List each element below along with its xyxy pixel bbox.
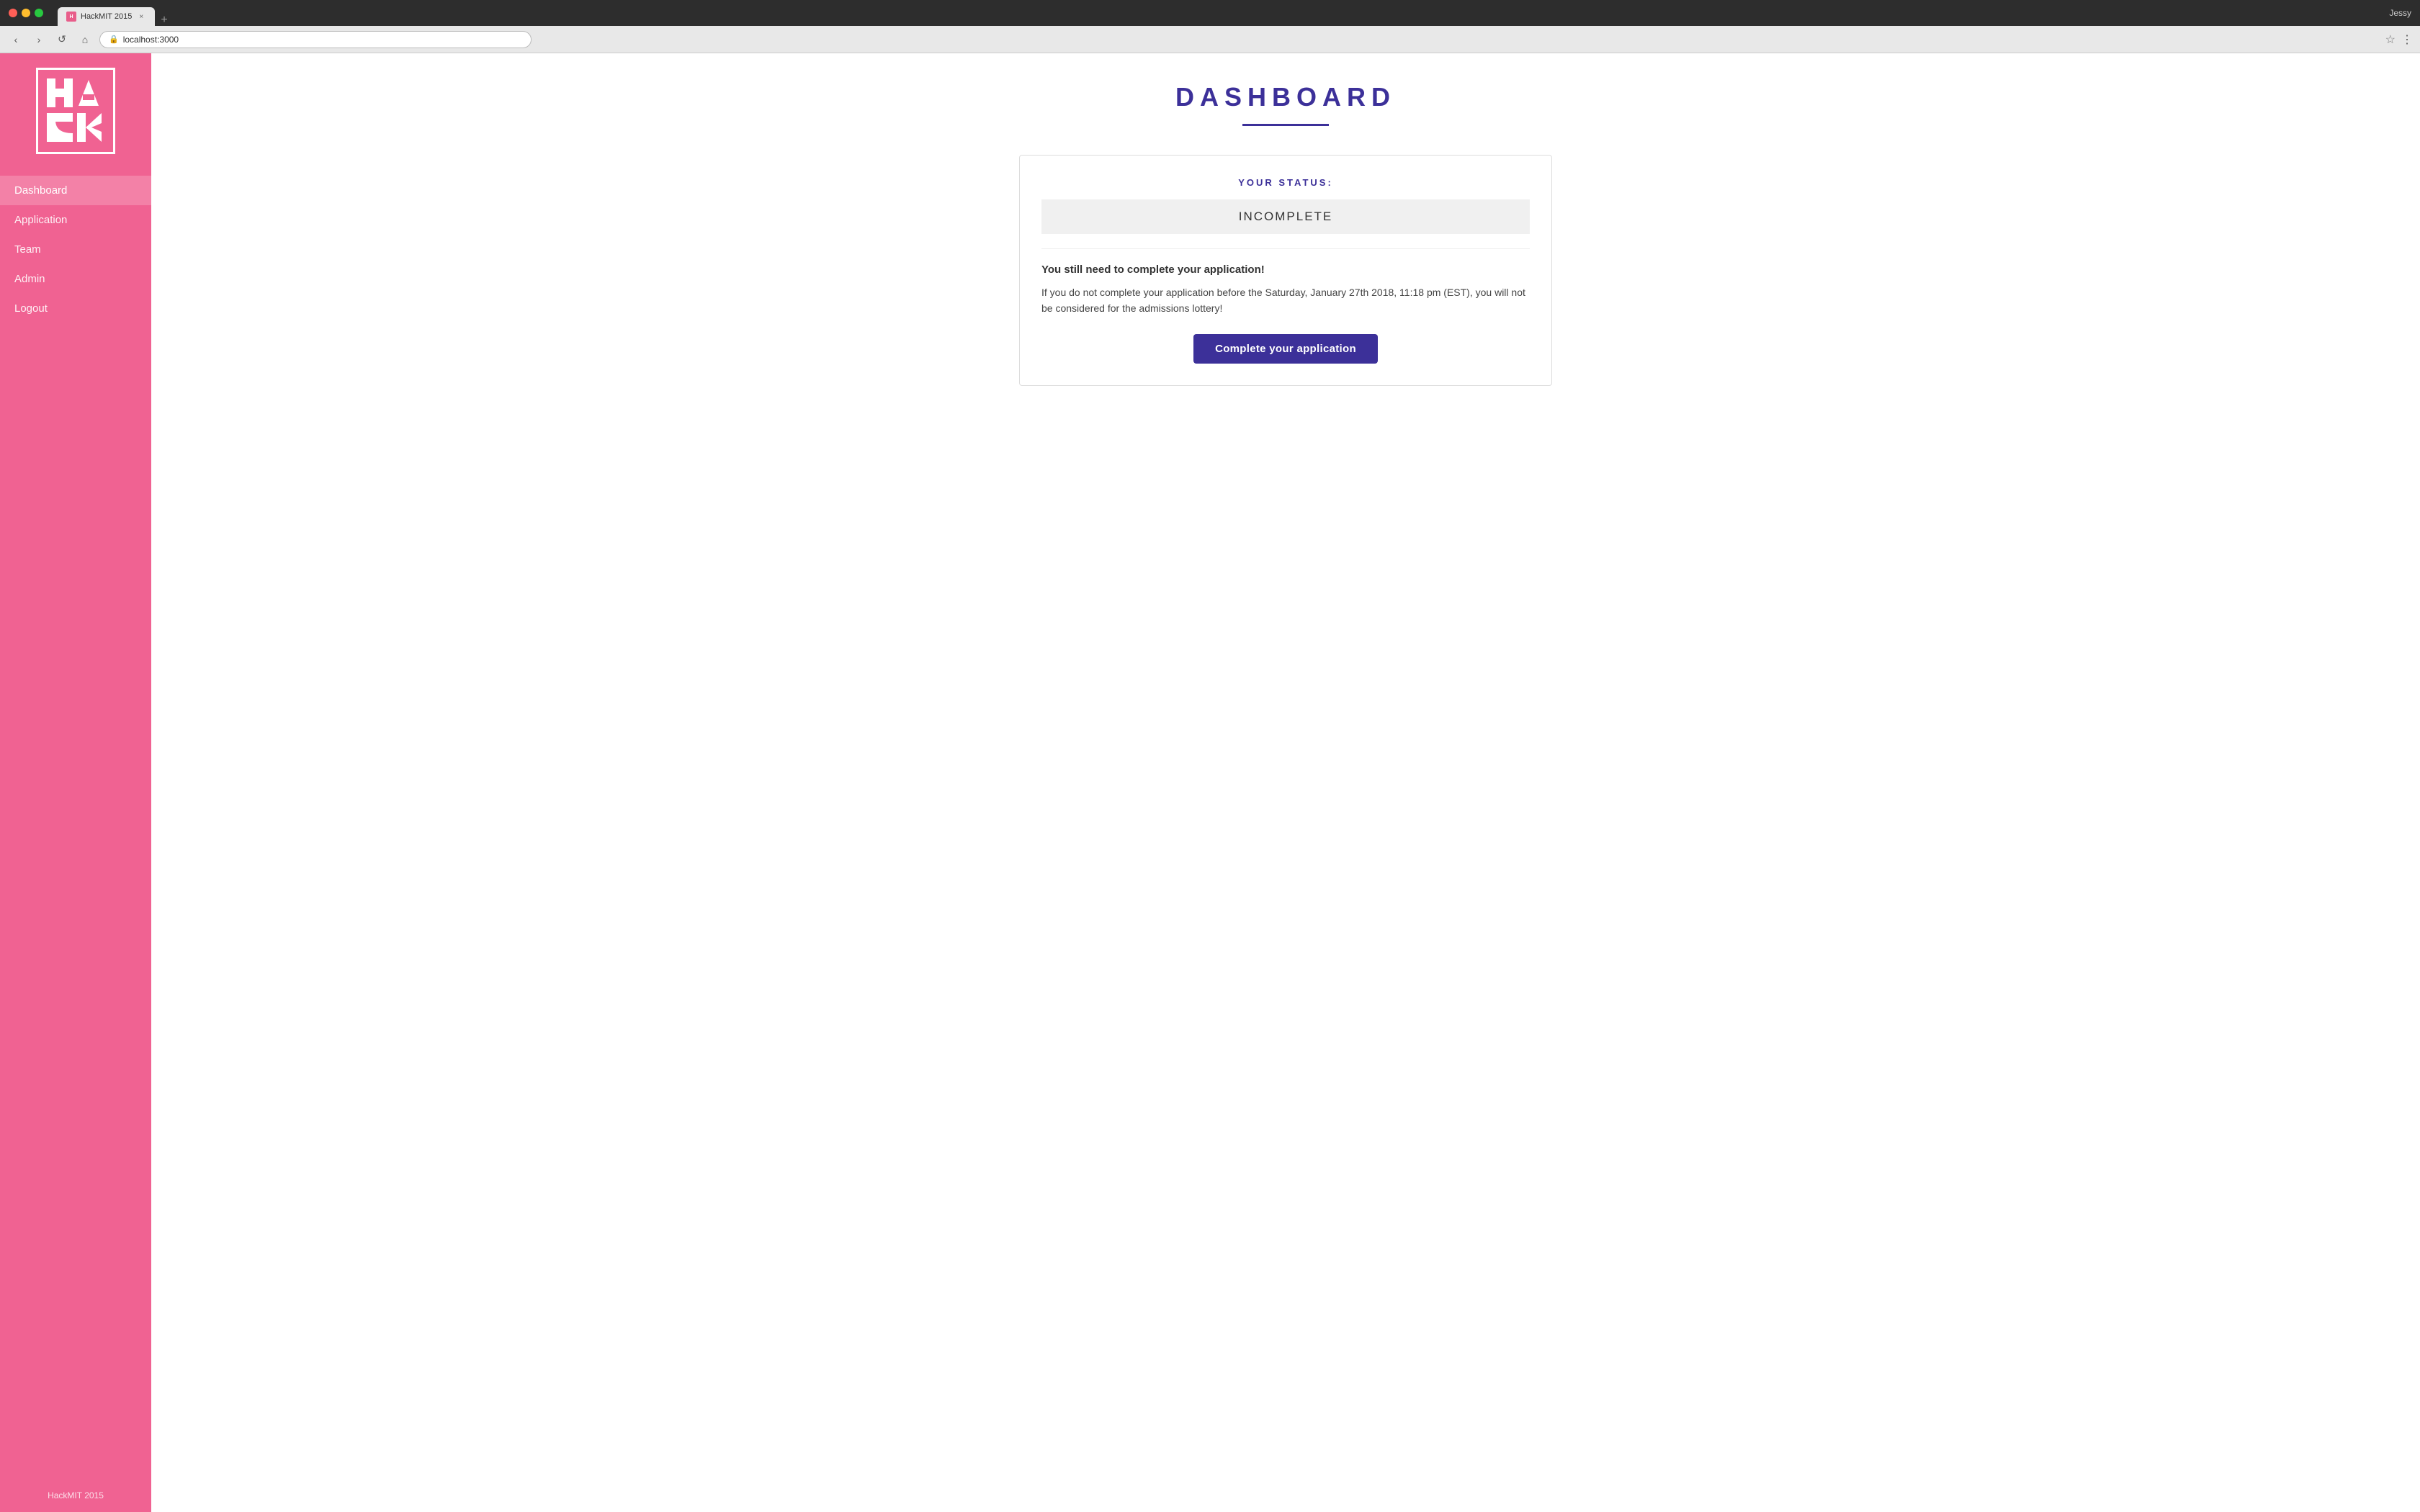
refresh-button[interactable]: ↺ (53, 31, 71, 48)
status-message-title: You still need to complete your applicat… (1041, 264, 1530, 276)
status-value: INCOMPLETE (1041, 199, 1530, 234)
sidebar-item-dashboard[interactable]: Dashboard (0, 176, 151, 205)
main-content: DASHBOARD YOUR STATUS: INCOMPLETE You st… (151, 53, 2420, 1512)
tab-title: HackMIT 2015 (81, 12, 132, 21)
status-card: YOUR STATUS: INCOMPLETE You still need t… (1019, 155, 1552, 386)
new-tab-button[interactable]: + (155, 14, 173, 26)
address-bar: ‹ › ↺ ⌂ 🔒 localhost:3000 ☆ ⋮ (0, 26, 2420, 53)
sidebar: Dashboard Application Team Admin Logout … (0, 53, 151, 1512)
tab-bar: H HackMIT 2015 × + (58, 0, 174, 26)
sidebar-item-logout[interactable]: Logout (0, 294, 151, 323)
hack-logo-svg (47, 78, 104, 143)
home-button[interactable]: ⌂ (76, 31, 94, 48)
your-status-label: YOUR STATUS: (1041, 177, 1530, 188)
traffic-lights (9, 9, 43, 17)
active-tab[interactable]: H HackMIT 2015 × (58, 7, 155, 26)
browser-chrome: H HackMIT 2015 × + Jessy (0, 0, 2420, 26)
url-text: localhost:3000 (123, 35, 179, 45)
complete-application-button[interactable]: Complete your application (1193, 334, 1378, 364)
bookmark-button[interactable]: ☆ (2385, 32, 2396, 47)
menu-button[interactable]: ⋮ (2401, 32, 2413, 47)
sidebar-logo (0, 53, 151, 168)
minimize-button[interactable] (22, 9, 30, 17)
logo-box (36, 68, 115, 154)
back-button[interactable]: ‹ (7, 31, 24, 48)
sidebar-nav: Dashboard Application Team Admin Logout (0, 168, 151, 1479)
status-divider (1041, 248, 1530, 249)
sidebar-item-admin[interactable]: Admin (0, 264, 151, 294)
sidebar-item-team[interactable]: Team (0, 235, 151, 264)
maximize-button[interactable] (35, 9, 43, 17)
close-button[interactable] (9, 9, 17, 17)
secure-icon: 🔒 (109, 35, 119, 44)
address-input[interactable]: 🔒 localhost:3000 (99, 31, 532, 48)
status-message-body: If you do not complete your application … (1041, 284, 1530, 317)
tab-close-button[interactable]: × (136, 12, 146, 22)
sidebar-footer: HackMIT 2015 (0, 1479, 151, 1512)
forward-button[interactable]: › (30, 31, 48, 48)
tab-favicon: H (66, 12, 76, 22)
page-title: DASHBOARD (194, 82, 2377, 112)
app-container: Dashboard Application Team Admin Logout … (0, 53, 2420, 1512)
browser-user: Jessy (2389, 8, 2411, 18)
title-underline (1242, 124, 1329, 126)
sidebar-item-application[interactable]: Application (0, 205, 151, 235)
